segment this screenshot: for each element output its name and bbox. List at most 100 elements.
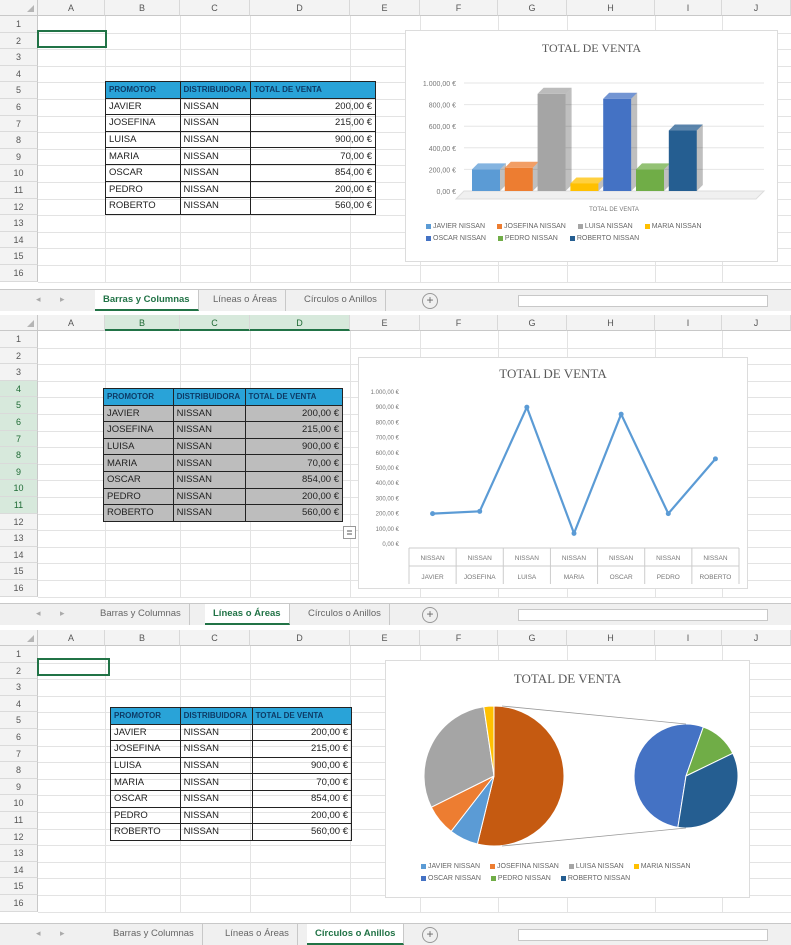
table-cell[interactable]: JAVIER (110, 723, 181, 742)
column-header-A[interactable]: A (38, 315, 105, 331)
row-header-5[interactable]: 5 (0, 82, 38, 99)
column-header-H[interactable]: H (567, 315, 655, 331)
table-cell[interactable]: 560,00 € (251, 823, 353, 841)
add-sheet-icon[interactable]: + (422, 293, 438, 309)
table-cell[interactable]: ROBERTO (103, 504, 174, 522)
row-header-15[interactable]: 15 (0, 563, 38, 580)
table-cell[interactable]: NISSAN (172, 404, 246, 423)
row-header-14[interactable]: 14 (0, 861, 38, 879)
table-header-cell[interactable]: PROMOTOR (105, 81, 181, 99)
row-header-5[interactable]: 5 (0, 397, 38, 414)
table-cell[interactable]: 854,00 € (250, 163, 376, 182)
column-header-E[interactable]: E (350, 630, 420, 646)
table-cell[interactable]: JOSEFINA (105, 114, 181, 132)
column-header-J[interactable]: J (722, 630, 791, 646)
table-cell[interactable]: 854,00 € (244, 470, 344, 489)
next-sheet-arrow-icon[interactable]: ▸ (60, 294, 70, 306)
next-sheet-arrow-icon[interactable]: ▸ (60, 928, 70, 940)
column-header-J[interactable]: J (722, 0, 791, 16)
table-cell[interactable]: NISSAN (172, 454, 246, 472)
table-header-cell[interactable]: TOTAL DE VENTA (250, 81, 376, 99)
table-header-cell[interactable]: DISTRIBUIDORA (179, 707, 253, 725)
table-cell[interactable]: LUISA (110, 756, 181, 775)
quick-analysis-icon[interactable]: ≣ (343, 526, 356, 539)
row-header-9[interactable]: 9 (0, 148, 38, 166)
table-cell[interactable]: NISSAN (179, 163, 252, 182)
table-cell[interactable]: 200,00 € (250, 180, 376, 199)
table-cell[interactable]: 215,00 € (251, 740, 353, 758)
active-cell-a1[interactable] (37, 658, 110, 676)
horizontal-scrollbar[interactable] (518, 609, 768, 621)
table-cell[interactable]: 70,00 € (250, 147, 376, 165)
row-header-3[interactable]: 3 (0, 679, 38, 696)
horizontal-scrollbar[interactable] (518, 929, 768, 941)
column-header-C[interactable]: C (180, 315, 250, 331)
table-cell[interactable]: MARIA (105, 147, 181, 165)
table-cell[interactable]: NISSAN (179, 823, 253, 841)
table-cell[interactable]: 560,00 € (250, 197, 376, 215)
row-header-10[interactable]: 10 (0, 165, 38, 182)
table-header-cell[interactable]: TOTAL DE VENTA (244, 388, 344, 406)
row-header-10[interactable]: 10 (0, 480, 38, 497)
row-header-8[interactable]: 8 (0, 447, 38, 464)
table-cell[interactable]: 215,00 € (250, 114, 376, 132)
row-header-6[interactable]: 6 (0, 99, 38, 116)
table-cell[interactable]: OSCAR (103, 470, 174, 489)
table-cell[interactable]: PEDRO (110, 806, 181, 825)
prev-sheet-arrow-icon[interactable]: ◂ (36, 928, 46, 940)
table-cell[interactable]: 200,00 € (251, 806, 353, 825)
row-header-10[interactable]: 10 (0, 795, 38, 812)
table-cell[interactable]: LUISA (103, 437, 174, 456)
table-cell[interactable]: NISSAN (172, 504, 246, 522)
table-cell[interactable]: LUISA (105, 130, 181, 149)
table-header-cell[interactable]: DISTRIBUIDORA (179, 81, 252, 99)
table-cell[interactable]: 200,00 € (244, 487, 344, 506)
column-header-F[interactable]: F (420, 0, 498, 16)
table-cell[interactable]: 900,00 € (251, 756, 353, 775)
table-cell[interactable]: 200,00 € (250, 97, 376, 116)
line-chart[interactable]: TOTAL DE VENTA 0,00 €100,00 €200,00 €300,… (358, 357, 748, 589)
column-header-B[interactable]: B (105, 315, 180, 331)
table-cell[interactable]: NISSAN (179, 740, 253, 758)
sheet-tab-1[interactable]: Barras y Columnas (92, 604, 190, 625)
row-header-2[interactable]: 2 (0, 662, 38, 680)
table-cell[interactable]: 560,00 € (244, 504, 344, 522)
column-header-D[interactable]: D (250, 0, 350, 16)
row-header-14[interactable]: 14 (0, 546, 38, 564)
table-cell[interactable]: NISSAN (179, 723, 253, 742)
row-header-6[interactable]: 6 (0, 729, 38, 746)
column-header-D[interactable]: D (250, 315, 350, 331)
column-header-G[interactable]: G (498, 0, 567, 16)
row-header-11[interactable]: 11 (0, 812, 38, 829)
select-all-corner[interactable] (0, 630, 38, 646)
table-cell[interactable]: JOSEFINA (110, 740, 181, 758)
column-header-A[interactable]: A (38, 630, 105, 646)
row-header-9[interactable]: 9 (0, 463, 38, 481)
table-cell[interactable]: NISSAN (179, 773, 253, 791)
table-cell[interactable]: JAVIER (103, 404, 174, 423)
add-sheet-icon[interactable]: + (422, 607, 438, 623)
table-cell[interactable]: 70,00 € (244, 454, 344, 472)
active-cell-a1[interactable] (37, 30, 107, 48)
row-header-12[interactable]: 12 (0, 198, 38, 216)
table-cell[interactable]: 70,00 € (251, 773, 353, 791)
column-header-B[interactable]: B (105, 0, 180, 16)
column-header-E[interactable]: E (350, 0, 420, 16)
column-header-I[interactable]: I (655, 0, 722, 16)
table-cell[interactable]: NISSAN (179, 789, 253, 808)
row-header-7[interactable]: 7 (0, 745, 38, 763)
table-cell[interactable]: 200,00 € (251, 723, 353, 742)
table-cell[interactable]: NISSAN (172, 437, 246, 456)
row-header-5[interactable]: 5 (0, 712, 38, 729)
row-header-2[interactable]: 2 (0, 32, 38, 50)
row-header-7[interactable]: 7 (0, 430, 38, 448)
select-all-corner[interactable] (0, 315, 38, 331)
row-header-1[interactable]: 1 (0, 331, 38, 348)
column-header-I[interactable]: I (655, 630, 722, 646)
table-cell[interactable]: JAVIER (105, 97, 181, 116)
row-header-13[interactable]: 13 (0, 530, 38, 547)
column-header-I[interactable]: I (655, 315, 722, 331)
table-header-cell[interactable]: PROMOTOR (110, 707, 181, 725)
table-cell[interactable]: NISSAN (179, 180, 252, 199)
row-header-11[interactable]: 11 (0, 182, 38, 199)
